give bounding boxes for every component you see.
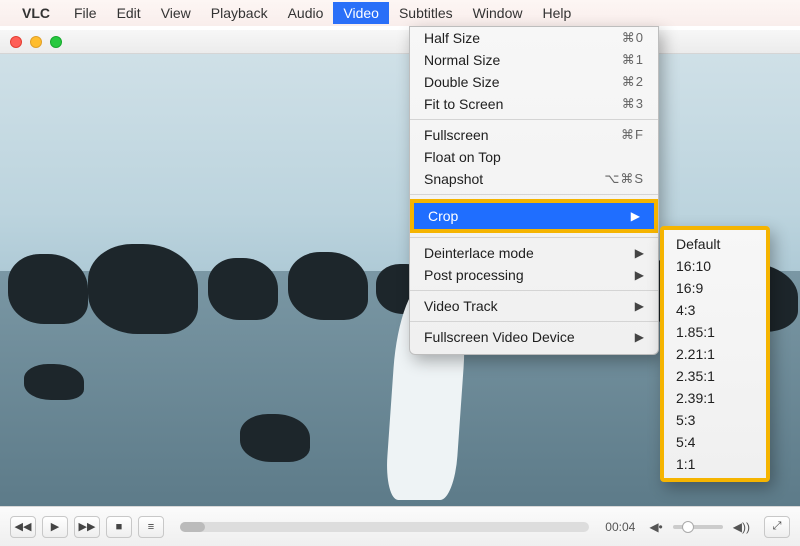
menu-playback[interactable]: Playback <box>201 2 278 24</box>
crop-option-4-3[interactable]: 4:3 <box>664 299 766 321</box>
crop-option-default[interactable]: Default <box>664 233 766 255</box>
play-button[interactable]: ▶ <box>42 516 68 538</box>
menu-fit-to-screen[interactable]: Fit to Screen⌘3 <box>410 93 658 115</box>
menu-edit[interactable]: Edit <box>107 2 151 24</box>
menu-view[interactable]: View <box>151 2 201 24</box>
menu-subtitles[interactable]: Subtitles <box>389 2 463 24</box>
window-titlebar <box>0 30 800 54</box>
menu-window[interactable]: Window <box>463 2 533 24</box>
fast-forward-button[interactable]: ▶▶ <box>74 516 100 538</box>
menu-snapshot[interactable]: Snapshot⌥⌘S <box>410 168 658 190</box>
menu-fullscreen-video-device[interactable]: Fullscreen Video Device▶ <box>410 326 658 348</box>
menu-post-processing[interactable]: Post processing▶ <box>410 264 658 286</box>
crop-option-5-4[interactable]: 5:4 <box>664 431 766 453</box>
window-close-button[interactable] <box>10 36 22 48</box>
menu-file[interactable]: File <box>64 2 107 24</box>
volume-high-icon: ◀)) <box>733 520 750 534</box>
crop-option-1-1[interactable]: 1:1 <box>664 453 766 475</box>
macos-menubar: VLC File Edit View Playback Audio Video … <box>0 0 800 26</box>
menu-crop[interactable]: Crop▶ <box>414 203 654 229</box>
playlist-button[interactable]: ≡ <box>138 516 164 538</box>
menu-separator <box>410 237 658 238</box>
time-elapsed: 00:04 <box>605 520 635 534</box>
crop-option-16-9[interactable]: 16:9 <box>664 277 766 299</box>
menu-deinterlace-mode[interactable]: Deinterlace mode▶ <box>410 242 658 264</box>
video-menu-dropdown: Half Size⌘0 Normal Size⌘1 Double Size⌘2 … <box>409 26 659 355</box>
submenu-arrow-icon: ▶ <box>631 209 640 223</box>
menu-half-size[interactable]: Half Size⌘0 <box>410 27 658 49</box>
crop-option-235-1[interactable]: 2.35:1 <box>664 365 766 387</box>
menu-separator <box>410 321 658 322</box>
menu-fullscreen[interactable]: Fullscreen⌘F <box>410 124 658 146</box>
menu-separator <box>410 119 658 120</box>
crop-option-221-1[interactable]: 2.21:1 <box>664 343 766 365</box>
rewind-button[interactable]: ◀◀ <box>10 516 36 538</box>
fullscreen-button[interactable]: ⤢ <box>764 516 790 538</box>
stop-button[interactable]: ■ <box>106 516 132 538</box>
volume-low-icon: ◀• <box>649 520 662 534</box>
menu-video-track[interactable]: Video Track▶ <box>410 295 658 317</box>
submenu-arrow-icon: ▶ <box>635 268 644 282</box>
volume-knob[interactable] <box>682 521 694 533</box>
menu-double-size[interactable]: Double Size⌘2 <box>410 71 658 93</box>
menu-audio[interactable]: Audio <box>278 2 334 24</box>
menu-normal-size[interactable]: Normal Size⌘1 <box>410 49 658 71</box>
playback-controls: ◀◀ ▶ ▶▶ ■ ≡ 00:04 ◀• ◀)) ⤢ <box>0 506 800 546</box>
seek-bar[interactable] <box>180 522 589 532</box>
crop-submenu: Default 16:10 16:9 4:3 1.85:1 2.21:1 2.3… <box>660 226 770 482</box>
crop-option-5-3[interactable]: 5:3 <box>664 409 766 431</box>
window-minimize-button[interactable] <box>30 36 42 48</box>
crop-option-239-1[interactable]: 2.39:1 <box>664 387 766 409</box>
submenu-arrow-icon: ▶ <box>635 330 644 344</box>
submenu-arrow-icon: ▶ <box>635 299 644 313</box>
submenu-arrow-icon: ▶ <box>635 246 644 260</box>
window-zoom-button[interactable] <box>50 36 62 48</box>
menu-float-on-top[interactable]: Float on Top <box>410 146 658 168</box>
crop-option-16-10[interactable]: 16:10 <box>664 255 766 277</box>
menu-video[interactable]: Video <box>333 2 389 24</box>
menu-help[interactable]: Help <box>532 2 581 24</box>
volume-slider[interactable] <box>673 525 723 529</box>
menu-separator <box>410 194 658 195</box>
crop-highlight-box: Crop▶ <box>410 199 658 233</box>
app-name[interactable]: VLC <box>22 5 50 21</box>
seek-fill <box>180 522 205 532</box>
crop-option-185-1[interactable]: 1.85:1 <box>664 321 766 343</box>
menu-separator <box>410 290 658 291</box>
